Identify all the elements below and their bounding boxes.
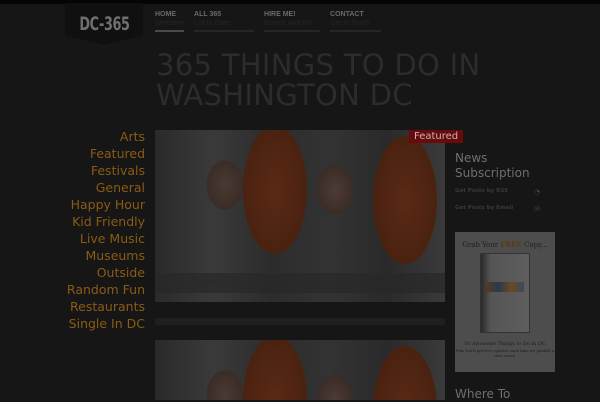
category-link[interactable]: Museums bbox=[67, 247, 145, 264]
email-label: Get Posts by Email bbox=[455, 205, 514, 211]
category-link[interactable]: Arts bbox=[67, 128, 145, 145]
post-caption[interactable]: 168: 2Cellos bbox=[155, 273, 445, 293]
ad-caption: 50 Awesome Things to Do in DC bbox=[464, 341, 546, 347]
category-list: Arts Featured Festivals General Happy Ho… bbox=[67, 128, 145, 332]
site-logo[interactable]: DC-365 bbox=[65, 3, 143, 45]
category-link[interactable]: Festivals bbox=[67, 162, 145, 179]
nav-subtitle: Brands And PR bbox=[264, 20, 312, 27]
email-icon: ✉ bbox=[534, 205, 540, 213]
ad-description: Plus You'll get free updates each time w… bbox=[455, 348, 555, 358]
page-title: 365 THINGS TO DO IN WASHINGTON DC bbox=[156, 48, 481, 112]
nav-home[interactable]: HOME Welcome bbox=[155, 11, 185, 32]
ad-heading: Grab Your FREE Copy... bbox=[462, 240, 548, 249]
category-link[interactable]: General bbox=[67, 179, 145, 196]
nav-contact[interactable]: CONTACT Get In Touch bbox=[330, 11, 382, 32]
category-link[interactable]: Random Fun bbox=[67, 281, 145, 298]
nav-subtitle: Get In Touch bbox=[330, 20, 370, 27]
book-cover-image bbox=[480, 253, 530, 333]
category-link[interactable]: Restaurants bbox=[67, 298, 145, 315]
nav-title: ALL 365 bbox=[194, 11, 222, 18]
nav-title: HOME bbox=[155, 11, 176, 18]
logo-text: DC-365 bbox=[78, 13, 130, 35]
nav-title: HIRE ME! bbox=[264, 11, 296, 18]
news-subscription-title: News Subscription bbox=[455, 151, 530, 180]
category-link[interactable]: Single In DC bbox=[67, 315, 145, 332]
nav-subtitle: List In Date bbox=[194, 20, 230, 27]
nav-all-365[interactable]: ALL 365 List In Date bbox=[194, 11, 255, 32]
rss-link[interactable]: Get Posts by RSS ◔ bbox=[455, 188, 540, 196]
nav-hire-me[interactable]: HIRE ME! Brands And PR bbox=[264, 11, 321, 32]
category-link[interactable]: Happy Hour bbox=[67, 196, 145, 213]
rss-icon: ◔ bbox=[533, 188, 540, 196]
rss-label: Get Posts by RSS bbox=[455, 188, 509, 194]
main-nav: HOME Welcome ALL 365 List In Date HIRE ME!… bbox=[155, 11, 391, 32]
category-link[interactable]: Live Music bbox=[67, 230, 145, 247]
featured-post-image[interactable]: 168: 2Cellos bbox=[155, 130, 445, 302]
featured-badge: Featured bbox=[409, 130, 464, 143]
category-link[interactable]: Outside bbox=[67, 264, 145, 281]
category-link[interactable]: Featured bbox=[67, 145, 145, 162]
post-image[interactable] bbox=[155, 340, 445, 400]
email-link[interactable]: Get Posts by Email ✉ bbox=[455, 205, 540, 213]
category-link[interactable]: Kid Friendly bbox=[67, 213, 145, 230]
free-ebook-ad[interactable]: Grab Your FREE Copy... 50 Awesome Things… bbox=[455, 232, 555, 372]
post-separator bbox=[155, 318, 445, 325]
nav-title: CONTACT bbox=[330, 11, 364, 18]
nav-subtitle: Welcome bbox=[155, 20, 185, 27]
